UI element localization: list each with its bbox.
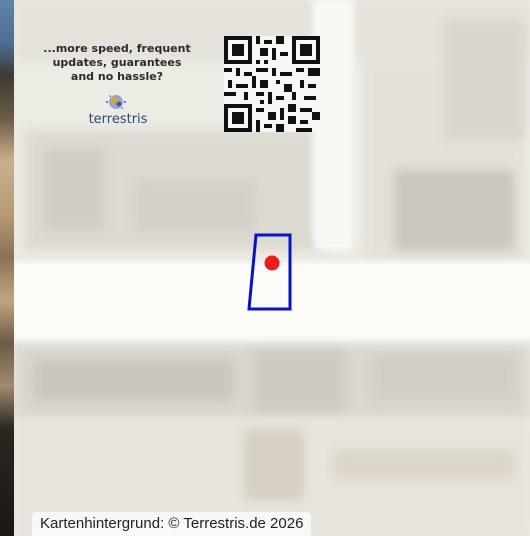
map-attribution: Kartenhintergrund: © Terrestris.de 2026	[32, 512, 312, 536]
map-overlay	[247, 233, 292, 311]
map-canvas[interactable]: ...more speed, frequent updates, guarant…	[14, 0, 530, 536]
parcel-boundary[interactable]	[247, 233, 292, 311]
map-view: ...more speed, frequent updates, guarant…	[0, 0, 530, 536]
location-marker[interactable]	[264, 255, 280, 271]
side-photo	[0, 0, 14, 536]
